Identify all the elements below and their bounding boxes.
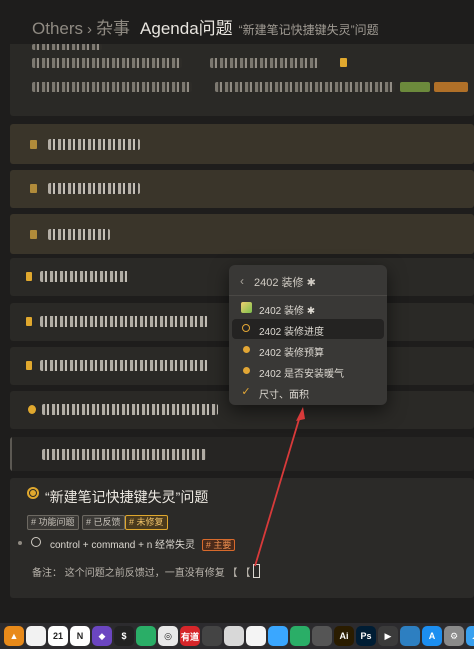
header-bar: Others › 杂事 Agenda问题 “新建笔记快捷键失灵”问题 (0, 0, 474, 44)
menu-item-heating[interactable]: 2402 是否安装暖气 (232, 361, 384, 381)
note-remark-line[interactable]: 备注： 这个问题之前反馈过，一直没有修复 【 【 (32, 564, 261, 579)
messages-icon[interactable] (268, 626, 288, 646)
agenda-window: Others › 杂事 Agenda问题 “新建笔记快捷键失灵”问题 ‹ 240… (0, 0, 474, 623)
page-subtitle: “新建笔记快捷键失灵”问题 (238, 23, 379, 37)
cloud-icon[interactable]: ☁ (466, 626, 474, 646)
wechat-icon-2[interactable] (290, 626, 310, 646)
page-title: Agenda问题 (140, 19, 233, 38)
menu-item-2402-renovation[interactable]: 2402 装修 ✱ (232, 298, 384, 318)
current-note-card[interactable]: “新建笔记快捷键失灵”问题 # 功能问题 # 已反馈 # 未修复 control… (10, 478, 474, 598)
app-store-icon[interactable]: A (422, 626, 442, 646)
tag-feature-issue[interactable]: # 功能问题 (27, 515, 79, 530)
target-icon (27, 487, 39, 499)
quote-bar (10, 437, 12, 471)
grid-app-icon[interactable] (202, 626, 222, 646)
blurred-note-card[interactable] (10, 124, 474, 164)
back-icon[interactable]: ‹ (240, 274, 244, 288)
popup-title: 2402 装修 ✱ (254, 277, 316, 289)
tag-badge (434, 82, 468, 92)
tag-reported[interactable]: # 已反馈 (82, 515, 125, 530)
blurred-text (42, 449, 206, 460)
blurred-text (32, 58, 182, 68)
pages-icon[interactable] (224, 626, 244, 646)
settings-icon[interactable]: ⚙ (444, 626, 464, 646)
blurred-text (32, 44, 102, 50)
agenda-icon[interactable] (400, 626, 420, 646)
link-suggestion-popup: ‹ 2402 装修 ✱ 2402 装修 ✱ 2402 装修进度 2402 装修预… (229, 265, 387, 405)
checkbox-circle[interactable] (31, 537, 41, 547)
tag-main[interactable]: # 主要 (201, 539, 236, 551)
menu-item-renovation-budget[interactable]: 2402 装修预算 (232, 340, 384, 360)
breadcrumb-root[interactable]: Others (32, 19, 83, 39)
blurred-text (48, 139, 140, 150)
note-icon (240, 302, 252, 314)
blurred-text (40, 316, 208, 327)
youdao-icon[interactable]: 有道 (180, 626, 200, 646)
blurred-text (40, 271, 130, 282)
menu-item-label: 2402 装修 ✱ (259, 306, 316, 317)
menu-item-label: 2402 装修预算 (259, 348, 325, 359)
note-title[interactable]: “新建笔记快捷键失灵”问题 (45, 487, 208, 507)
menu-item-label: 尺寸、面积 (259, 390, 309, 401)
menu-item-label: 2402 是否安装暖气 (259, 369, 345, 380)
warning-icon (30, 140, 37, 149)
dot-icon (240, 344, 252, 356)
check-icon: ✓ (241, 386, 251, 398)
blurred-note-card[interactable] (10, 40, 474, 116)
bullet-icon (26, 272, 32, 281)
photoshop-icon[interactable]: Ps (356, 626, 376, 646)
airmail-icon[interactable] (246, 626, 266, 646)
breadcrumb: Others › 杂事 Agenda问题 “新建笔记快捷键失灵”问题 (32, 14, 379, 39)
list-icon (30, 230, 37, 239)
text-cursor (253, 564, 261, 578)
breadcrumb-separator: › (87, 21, 93, 38)
blurred-text (48, 229, 110, 240)
calendar-icon[interactable]: 21 (48, 626, 68, 646)
target-icon (28, 405, 36, 414)
blurred-text (48, 183, 140, 194)
blurred-text (40, 360, 208, 371)
menu-item-renovation-progress[interactable]: 2402 装修进度 (232, 319, 384, 339)
task-line[interactable]: control + command + n 经常失灵 # 主要 (50, 536, 236, 552)
tag-badge (400, 82, 430, 92)
wechat-icon[interactable] (136, 626, 156, 646)
bullet-icon (26, 361, 32, 370)
notion-icon[interactable]: N (70, 626, 90, 646)
illustrator-icon[interactable]: Ai (334, 626, 354, 646)
chrome-icon[interactable]: ◎ (158, 626, 178, 646)
blurred-text (32, 82, 192, 92)
star-icon (340, 58, 347, 67)
dot-icon (240, 365, 252, 377)
warning-icon (30, 184, 37, 193)
dock: ▲ 21N◆$ ◎有道 AiPs▶ A⚙☁ (0, 623, 474, 649)
window-app-icon[interactable] (312, 626, 332, 646)
task-text: control + command + n 经常失灵 (50, 540, 196, 551)
blurred-text (215, 82, 395, 92)
breadcrumb-parent[interactable]: 杂事 (96, 14, 130, 39)
reminders-icon[interactable] (26, 626, 46, 646)
bullet-icon (18, 541, 22, 545)
remark-text: 备注： 这个问题之前反馈过，一直没有修复 【 【 (32, 568, 251, 579)
obsidian-icon[interactable]: ◆ (92, 626, 112, 646)
menu-item-dimensions[interactable]: ✓ 尺寸、面积 (232, 382, 384, 402)
open-circle-icon (240, 323, 252, 335)
tag-unfixed[interactable]: # 未修复 (125, 515, 168, 530)
media-player-icon[interactable]: ▶ (378, 626, 398, 646)
dollar-app-icon[interactable]: $ (114, 626, 134, 646)
blurred-text (42, 404, 218, 415)
menu-item-label: 2402 装修进度 (259, 327, 325, 338)
blurred-note-card[interactable] (10, 214, 474, 254)
blurred-note-card[interactable] (10, 170, 474, 208)
blurred-note-card[interactable] (10, 437, 474, 471)
bullet-icon (26, 317, 32, 326)
blurred-text (210, 58, 320, 68)
vlc-icon[interactable]: ▲ (4, 626, 24, 646)
popup-header: ‹ 2402 装修 ✱ (229, 265, 387, 296)
